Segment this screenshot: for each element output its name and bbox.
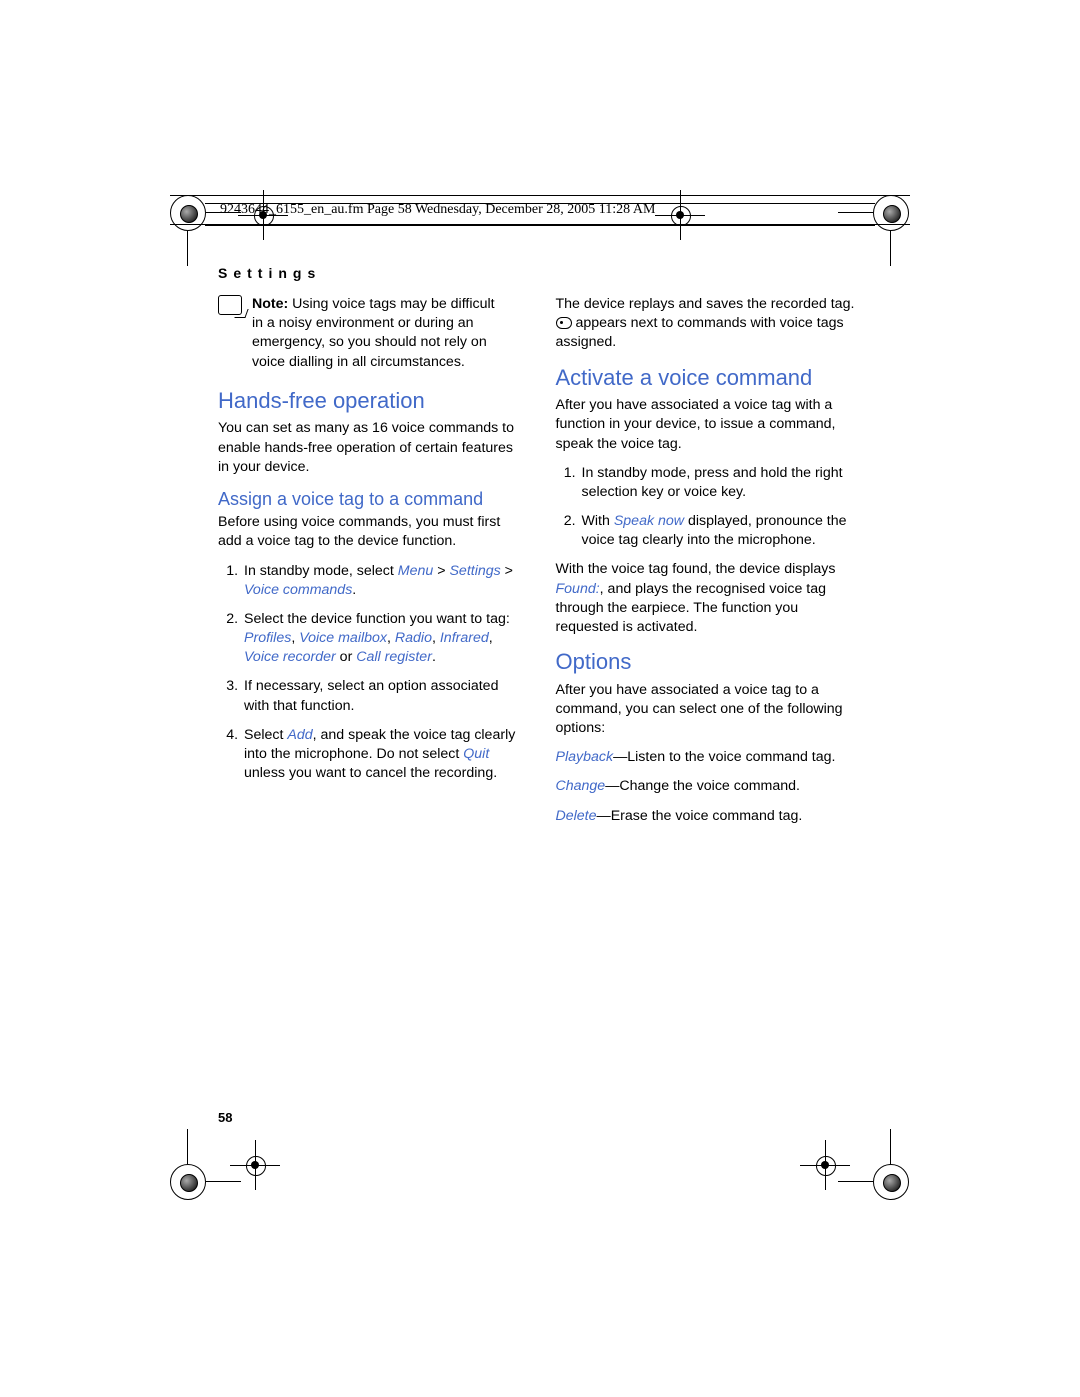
note-block: Note: Using voice tags may be difficult …	[218, 295, 526, 372]
option-delete: Delete—Erase the voice command tag.	[556, 807, 864, 826]
page-number: 58	[218, 1110, 232, 1125]
list-item: Select the device function you want to t…	[242, 610, 526, 668]
option-playback: Playback—Listen to the voice command tag…	[556, 748, 864, 767]
content-columns: Note: Using voice tags may be difficult …	[218, 295, 863, 826]
note-label: Note:	[252, 296, 288, 312]
crop-cross-icon	[655, 190, 705, 240]
crop-cross-icon	[800, 1140, 850, 1190]
para-options-intro: After you have associated a voice tag to…	[556, 681, 864, 739]
heading-hands-free: Hands-free operation	[218, 386, 526, 416]
activate-list: In standby mode, press and hold the righ…	[556, 464, 864, 551]
registration-mark-icon	[873, 1164, 909, 1200]
registration-mark-icon	[873, 195, 909, 231]
para-activate-intro: After you have associated a voice tag wi…	[556, 396, 864, 454]
para-hands-free: You can set as many as 16 voice commands…	[218, 419, 526, 477]
registration-mark-icon	[170, 195, 206, 231]
crop-cross-icon	[238, 190, 288, 240]
note-text: Using voice tags may be difficult in a n…	[252, 296, 495, 370]
crop-frame-line	[205, 225, 875, 226]
crop-cross-icon	[230, 1140, 280, 1190]
list-item: Select Add, and speak the voice tag clea…	[242, 726, 526, 784]
para-replay: The device replays and saves the recorde…	[556, 295, 864, 353]
para-assign-intro: Before using voice commands, you must fi…	[218, 513, 526, 551]
note-icon	[218, 295, 242, 315]
assign-list: In standby mode, select Menu > Settings …	[218, 562, 526, 784]
heading-activate: Activate a voice command	[556, 363, 864, 393]
list-item: With Speak now displayed, pronounce the …	[580, 512, 864, 550]
list-item: In standby mode, press and hold the righ…	[580, 464, 864, 502]
option-change: Change—Change the voice command.	[556, 777, 864, 796]
list-item: If necessary, select an option associate…	[242, 677, 526, 715]
heading-options: Options	[556, 647, 864, 677]
para-found: With the voice tag found, the device dis…	[556, 560, 864, 637]
heading-assign: Assign a voice tag to a command	[218, 487, 526, 511]
section-label: Settings	[218, 265, 321, 281]
registration-mark-icon	[170, 1164, 206, 1200]
voice-tag-icon	[556, 317, 572, 329]
list-item: In standby mode, select Menu > Settings …	[242, 562, 526, 600]
